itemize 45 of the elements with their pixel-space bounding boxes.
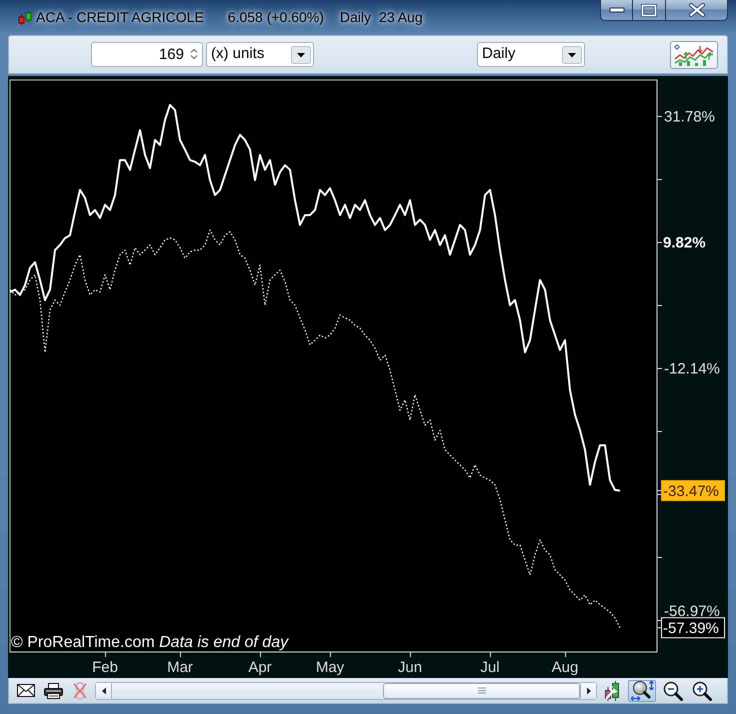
close-icon — [688, 3, 704, 17]
count-field[interactable]: 169 — [91, 42, 203, 67]
month-label: Aug — [552, 659, 578, 676]
minimize-icon — [608, 7, 624, 13]
chart-settings-button[interactable] — [670, 40, 718, 68]
candlestick-wrench-icon — [604, 680, 621, 700]
minimize-button[interactable] — [600, 0, 633, 21]
right-triangle-icon — [586, 686, 592, 694]
copyright-note: © ProRealTime.com Data is end of day — [11, 634, 288, 652]
spin-arrows-icon[interactable] — [189, 46, 199, 62]
month-label: May — [316, 659, 344, 676]
left-triangle-icon — [100, 686, 106, 694]
line-chart-icon — [674, 44, 714, 66]
month-label: Feb — [92, 659, 118, 676]
zoom-fit-icon — [630, 680, 654, 702]
zoom-out-icon — [663, 680, 683, 700]
candlestick-icon — [18, 10, 32, 26]
scroll-right-button[interactable] — [580, 682, 596, 698]
month-label: Jul — [480, 659, 500, 676]
y-axis-label: 31.78% — [664, 108, 715, 126]
month-label: Jun — [398, 659, 422, 676]
period-dropdown[interactable]: Daily — [477, 42, 585, 67]
close-button[interactable] — [666, 0, 728, 21]
month-label: Apr — [248, 659, 272, 676]
printer-icon — [44, 682, 63, 698]
units-dropdown[interactable]: (x) units — [206, 42, 314, 67]
period-label: Daily — [340, 8, 372, 27]
zoom-in-button[interactable] — [690, 680, 714, 702]
maximize-button[interactable] — [633, 0, 666, 21]
scroll-thumb[interactable] — [383, 682, 580, 698]
zoom-in-icon — [692, 680, 712, 700]
y-axis-label: -12.14% — [664, 360, 720, 378]
mail-icon — [17, 684, 35, 697]
scroll-left-button[interactable] — [96, 682, 112, 698]
maximize-icon — [641, 4, 657, 16]
price-change: 6.058 (+0.60%) — [228, 8, 324, 27]
zoom-out-button[interactable] — [661, 680, 685, 702]
date-label: 23 Aug — [379, 8, 423, 27]
window-title: ACA - CREDIT AGRICOLE — [36, 8, 204, 27]
scrollbar[interactable] — [95, 682, 597, 700]
grip-icon — [478, 687, 486, 694]
month-label: Mar — [167, 659, 193, 676]
zoom-fit-button[interactable] — [628, 680, 656, 702]
crossed-out-link-icon — [72, 682, 88, 700]
y-axis-label: 9.82% — [663, 234, 706, 252]
